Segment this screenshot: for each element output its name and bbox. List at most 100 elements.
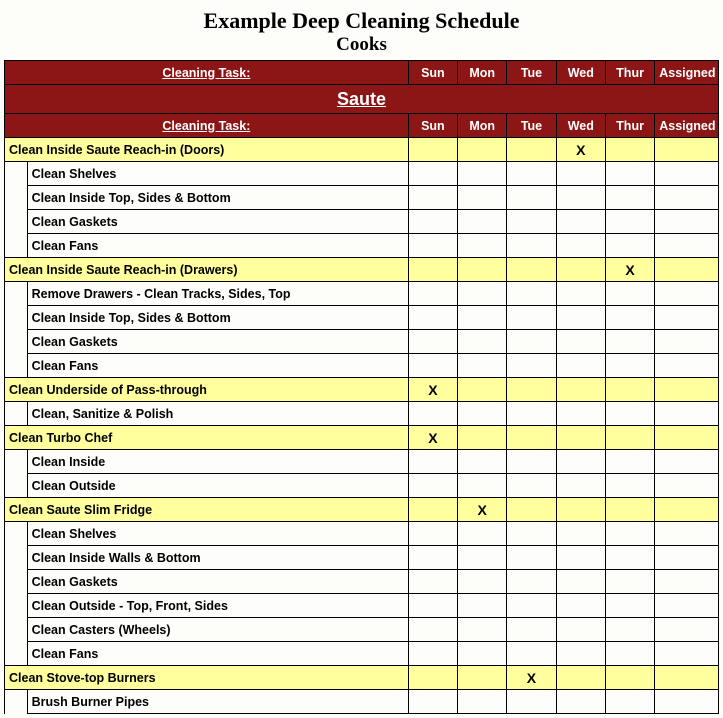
cell-mon — [458, 546, 507, 570]
cell-thur — [605, 666, 654, 690]
cell-assigned — [655, 618, 719, 642]
cell-tue — [507, 186, 556, 210]
cell-wed — [556, 378, 605, 402]
cell-assigned — [655, 138, 719, 162]
indent-cell — [5, 474, 28, 498]
cell-sun — [408, 594, 457, 618]
task-label: Clean Saute Slim Fridge — [5, 498, 409, 522]
indent-cell — [5, 234, 28, 258]
task-label: Clean Inside Top, Sides & Bottom — [27, 306, 408, 330]
cell-tue — [507, 474, 556, 498]
cell-mon — [458, 306, 507, 330]
indent-cell — [5, 210, 28, 234]
cell-mon — [458, 258, 507, 282]
cell-wed — [556, 498, 605, 522]
cell-sun — [408, 522, 457, 546]
cell-tue — [507, 690, 556, 714]
task-label: Clean Fans — [27, 354, 408, 378]
sub-task-row: Clean Inside Top, Sides & Bottom — [5, 306, 719, 330]
col-sun: Sun — [408, 61, 457, 85]
cell-assigned — [655, 282, 719, 306]
main-task-row: Clean Inside Saute Reach-in (Doors)X — [5, 138, 719, 162]
task-label: Clean Outside - Top, Front, Sides — [27, 594, 408, 618]
cell-assigned — [655, 426, 719, 450]
cell-thur: X — [605, 258, 654, 282]
cell-sun — [408, 210, 457, 234]
sub-task-row: Clean Fans — [5, 354, 719, 378]
task-label: Clean Gaskets — [27, 210, 408, 234]
main-task-row: Clean Inside Saute Reach-in (Drawers)X — [5, 258, 719, 282]
cell-thur — [605, 618, 654, 642]
task-label: Clean Inside Saute Reach-in (Doors) — [5, 138, 409, 162]
cell-sun — [408, 282, 457, 306]
cell-mon — [458, 378, 507, 402]
task-label: Clean Inside Walls & Bottom — [27, 546, 408, 570]
indent-cell — [5, 162, 28, 186]
cell-mon — [458, 570, 507, 594]
cell-mon — [458, 186, 507, 210]
indent-cell — [5, 450, 28, 474]
cell-sun — [408, 642, 457, 666]
cell-tue — [507, 138, 556, 162]
cell-thur — [605, 570, 654, 594]
cell-tue — [507, 306, 556, 330]
task-label: Clean Fans — [27, 642, 408, 666]
cell-assigned — [655, 642, 719, 666]
sub-task-row: Clean Fans — [5, 642, 719, 666]
cell-assigned — [655, 522, 719, 546]
indent-cell — [5, 522, 28, 546]
cell-tue: X — [507, 666, 556, 690]
cell-thur — [605, 354, 654, 378]
task-label: Clean Shelves — [27, 522, 408, 546]
cell-mon — [458, 666, 507, 690]
cell-thur — [605, 330, 654, 354]
cell-tue — [507, 498, 556, 522]
cell-thur — [605, 162, 654, 186]
indent-cell — [5, 594, 28, 618]
sub-task-row: Clean Fans — [5, 234, 719, 258]
cell-assigned — [655, 330, 719, 354]
cell-assigned — [655, 306, 719, 330]
cell-tue — [507, 594, 556, 618]
cell-thur — [605, 546, 654, 570]
main-task-row: Clean Saute Slim FridgeX — [5, 498, 719, 522]
header-row: Cleaning Task:SunMonTueWedThurAssigned — [5, 61, 719, 85]
col-mon: Mon — [458, 114, 507, 138]
cell-wed — [556, 546, 605, 570]
cell-tue — [507, 210, 556, 234]
cell-wed — [556, 522, 605, 546]
cell-mon — [458, 642, 507, 666]
indent-cell — [5, 642, 28, 666]
cell-assigned — [655, 690, 719, 714]
cell-wed — [556, 186, 605, 210]
cell-tue — [507, 282, 556, 306]
cell-assigned — [655, 498, 719, 522]
cell-thur — [605, 282, 654, 306]
cell-mon — [458, 162, 507, 186]
cell-tue — [507, 258, 556, 282]
col-thur: Thur — [605, 61, 654, 85]
sub-task-row: Clean Outside — [5, 474, 719, 498]
cell-sun — [408, 258, 457, 282]
task-label: Clean Underside of Pass-through — [5, 378, 409, 402]
cell-assigned — [655, 234, 719, 258]
cell-sun — [408, 162, 457, 186]
col-tue: Tue — [507, 61, 556, 85]
section-title-row: Saute — [5, 85, 719, 114]
indent-cell — [5, 354, 28, 378]
cell-thur — [605, 426, 654, 450]
cell-wed — [556, 210, 605, 234]
cell-sun — [408, 402, 457, 426]
sub-task-row: Clean Inside — [5, 450, 719, 474]
cell-thur — [605, 402, 654, 426]
indent-cell — [5, 402, 28, 426]
cell-thur — [605, 498, 654, 522]
cell-mon — [458, 618, 507, 642]
cell-mon — [458, 450, 507, 474]
cell-sun — [408, 450, 457, 474]
cell-thur — [605, 474, 654, 498]
cell-thur — [605, 522, 654, 546]
col-assigned: Assigned — [655, 61, 719, 85]
cell-wed — [556, 402, 605, 426]
indent-cell — [5, 282, 28, 306]
